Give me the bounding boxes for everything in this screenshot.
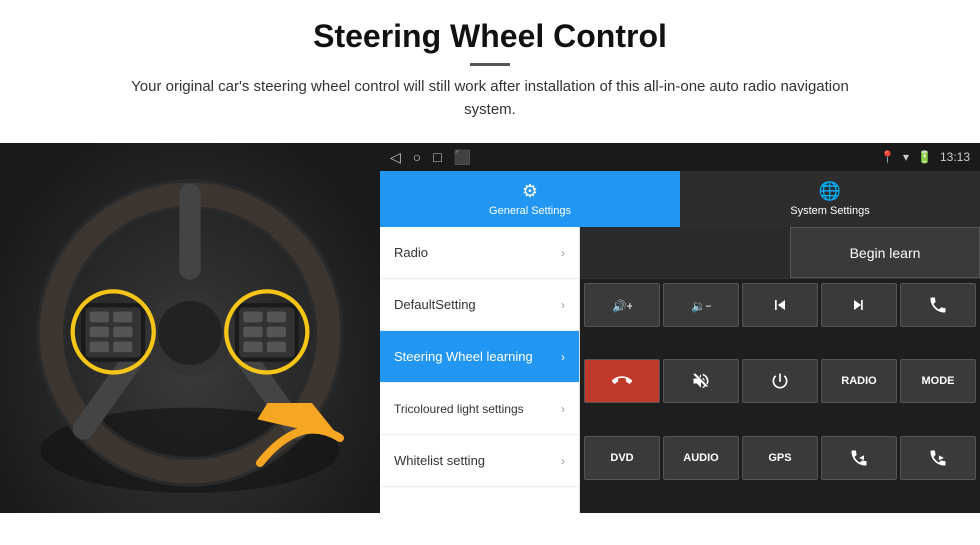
- home-icon[interactable]: ○: [413, 149, 421, 165]
- svg-text:▶: ▶: [939, 454, 945, 461]
- controls-grid: 🔊+ 🔉−: [580, 279, 980, 513]
- vol-down-button[interactable]: 🔉−: [663, 283, 739, 327]
- next-track-button[interactable]: [821, 283, 897, 327]
- back-icon[interactable]: ◁: [390, 149, 401, 166]
- content-area: ◁ ○ □ ⬛ 📍 ▾ 🔋 13:13 ⚙ General Settings 🌐…: [0, 143, 980, 513]
- location-icon: 📍: [880, 150, 895, 164]
- svg-text:🔉−: 🔉−: [691, 300, 711, 313]
- menu-list: Radio › DefaultSetting › Steering Wheel …: [380, 227, 580, 513]
- menu-whitelist-label: Whitelist setting: [394, 453, 485, 468]
- vol-up-button[interactable]: 🔊+: [584, 283, 660, 327]
- recent-icon[interactable]: □: [433, 149, 441, 165]
- menu-item-steering[interactable]: Steering Wheel learning ›: [380, 331, 579, 383]
- begin-learn-button[interactable]: Begin learn: [790, 227, 980, 278]
- chevron-icon: ›: [561, 350, 565, 364]
- control-panel: Begin learn 🔊+ 🔉−: [580, 227, 980, 513]
- tab-general[interactable]: ⚙ General Settings: [380, 171, 680, 227]
- svg-text:◀: ◀: [859, 454, 865, 461]
- begin-learn-row: Begin learn: [580, 227, 980, 279]
- head-unit: ◁ ○ □ ⬛ 📍 ▾ 🔋 13:13 ⚙ General Settings 🌐…: [380, 143, 980, 513]
- dvd-button[interactable]: DVD: [584, 436, 660, 480]
- chevron-icon: ›: [561, 454, 565, 468]
- chevron-icon: ›: [561, 298, 565, 312]
- menu-item-radio[interactable]: Radio ›: [380, 227, 579, 279]
- tel-prev-button[interactable]: ◀: [821, 436, 897, 480]
- prev-track-button[interactable]: [742, 283, 818, 327]
- page-header: Steering Wheel Control Your original car…: [0, 0, 980, 131]
- menu-default-label: DefaultSetting: [394, 297, 476, 312]
- arrow-icon: [250, 403, 350, 473]
- menu-radio-label: Radio: [394, 245, 428, 260]
- hang-up-button[interactable]: [584, 359, 660, 403]
- tel-next-button[interactable]: ▶: [900, 436, 976, 480]
- status-bar-left: ◁ ○ □ ⬛: [390, 149, 471, 166]
- tab-system[interactable]: 🌐 System Settings: [680, 171, 980, 227]
- chevron-icon: ›: [561, 402, 565, 416]
- clock: 13:13: [940, 150, 970, 164]
- general-settings-icon: ⚙: [522, 181, 538, 202]
- tab-general-label: General Settings: [489, 205, 571, 217]
- begin-learn-left-space: [580, 227, 790, 278]
- radio-button[interactable]: RADIO: [821, 359, 897, 403]
- steering-wheel-area: [0, 143, 380, 513]
- menu-item-whitelist[interactable]: Whitelist setting ›: [380, 435, 579, 487]
- system-settings-icon: 🌐: [819, 181, 841, 202]
- battery-icon: 🔋: [917, 150, 932, 164]
- menu-tricoloured-label: Tricoloured light settings: [394, 402, 524, 416]
- gps-button[interactable]: GPS: [742, 436, 818, 480]
- status-bar: ◁ ○ □ ⬛ 📍 ▾ 🔋 13:13: [380, 143, 980, 171]
- screenshot-icon[interactable]: ⬛: [454, 149, 471, 166]
- power-button[interactable]: [742, 359, 818, 403]
- page-title: Steering Wheel Control: [60, 18, 920, 55]
- audio-button[interactable]: AUDIO: [663, 436, 739, 480]
- menu-item-tricoloured[interactable]: Tricoloured light settings ›: [380, 383, 579, 435]
- main-panel: Radio › DefaultSetting › Steering Wheel …: [380, 227, 980, 513]
- svg-text:🔊+: 🔊+: [612, 299, 632, 313]
- steering-wheel-background: [0, 143, 380, 513]
- page-subtitle: Your original car's steering wheel contr…: [130, 76, 850, 121]
- status-bar-right: 📍 ▾ 🔋 13:13: [880, 150, 970, 164]
- menu-steering-label: Steering Wheel learning: [394, 349, 533, 364]
- tab-system-label: System Settings: [790, 205, 869, 217]
- menu-item-default[interactable]: DefaultSetting ›: [380, 279, 579, 331]
- chevron-icon: ›: [561, 246, 565, 260]
- mute-button[interactable]: [663, 359, 739, 403]
- title-divider: [470, 63, 510, 66]
- wifi-icon: ▾: [903, 150, 909, 164]
- mode-button[interactable]: MODE: [900, 359, 976, 403]
- call-button[interactable]: [900, 283, 976, 327]
- tab-bar: ⚙ General Settings 🌐 System Settings: [380, 171, 980, 227]
